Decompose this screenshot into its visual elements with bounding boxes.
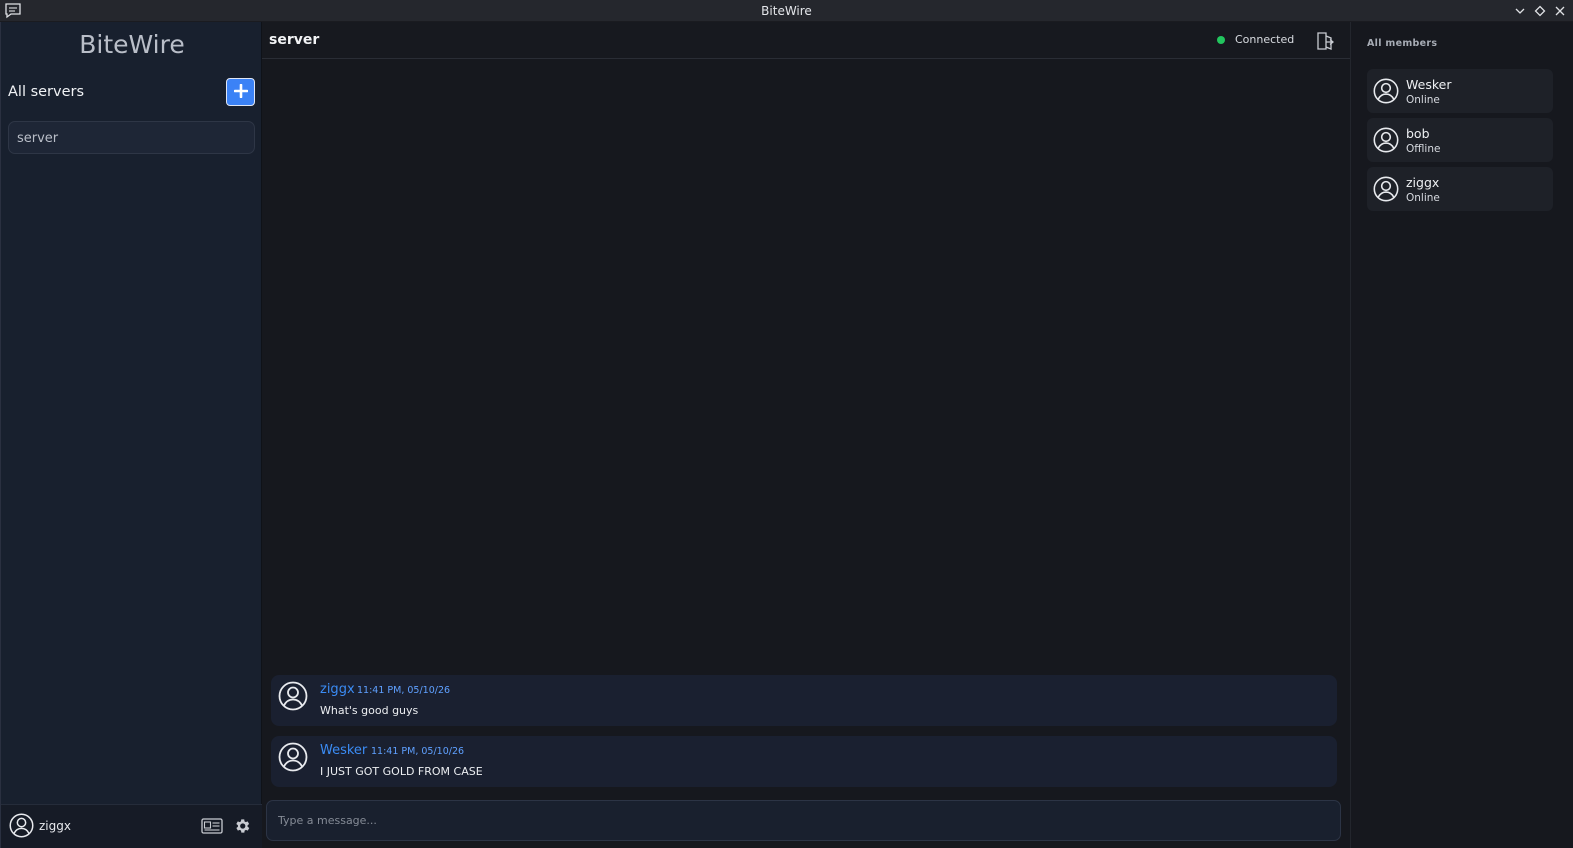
server-name: server [17,131,59,146]
current-username: ziggx [39,819,71,833]
servers-header: All servers [8,84,85,100]
close-icon[interactable] [1553,3,1567,19]
connection-status-dot [1217,36,1225,44]
message-text: What's good guys [320,704,419,717]
minimize-icon[interactable] [1513,3,1527,19]
profile-card-icon[interactable] [201,817,223,835]
member-item[interactable]: ziggx Online [1367,167,1553,211]
server-list-item[interactable]: server [8,121,255,154]
chat-header: server Connected [262,22,1350,59]
title-bar: BiteWire [0,0,1573,22]
add-server-button[interactable] [226,78,255,106]
chat-panel: server Connected ziggx 11:41 PM, 05/10/2… [262,22,1350,848]
message-composer [266,800,1341,841]
user-avatar-icon [1373,127,1399,153]
leave-server-icon[interactable] [1316,31,1335,51]
brand-title: BiteWire [79,30,185,59]
user-avatar-icon [1373,78,1399,104]
user-avatar-icon [1373,176,1399,202]
message-item: ziggx 11:41 PM, 05/10/26 What's good guy… [271,675,1337,726]
message-text: I JUST GOT GOLD FROM CASE [320,765,483,778]
channel-title: server [269,32,320,48]
member-name: bob [1406,126,1430,141]
message-item: Wesker 11:41 PM, 05/10/26 I JUST GOT GOL… [271,736,1337,787]
plus-icon [233,83,248,102]
member-item[interactable]: bob Offline [1367,118,1553,162]
member-status: Offline [1406,143,1441,155]
message-author[interactable]: Wesker [320,743,367,758]
member-name: Wesker [1406,77,1452,92]
server-sidebar: BiteWire All servers server ziggx [0,22,262,848]
member-status: Online [1406,94,1440,106]
message-timestamp: 11:41 PM, 05/10/26 [357,685,451,696]
members-panel: All members Wesker Online bob Offline zi… [1350,22,1573,848]
message-input[interactable] [267,801,1340,840]
connection-status: Connected [1235,33,1295,46]
member-status: Online [1406,192,1440,204]
window-title: BiteWire [761,4,812,18]
message-author[interactable]: ziggx [320,682,355,697]
gear-icon[interactable] [233,817,251,835]
member-item[interactable]: Wesker Online [1367,69,1553,113]
member-name: ziggx [1406,175,1440,190]
user-avatar-icon [278,742,308,772]
user-avatar-icon [278,681,308,711]
user-panel: ziggx [1,804,262,848]
user-avatar-icon [9,813,34,838]
maximize-icon[interactable] [1533,3,1547,19]
message-timestamp: 11:41 PM, 05/10/26 [371,746,465,757]
members-header: All members [1367,38,1438,49]
